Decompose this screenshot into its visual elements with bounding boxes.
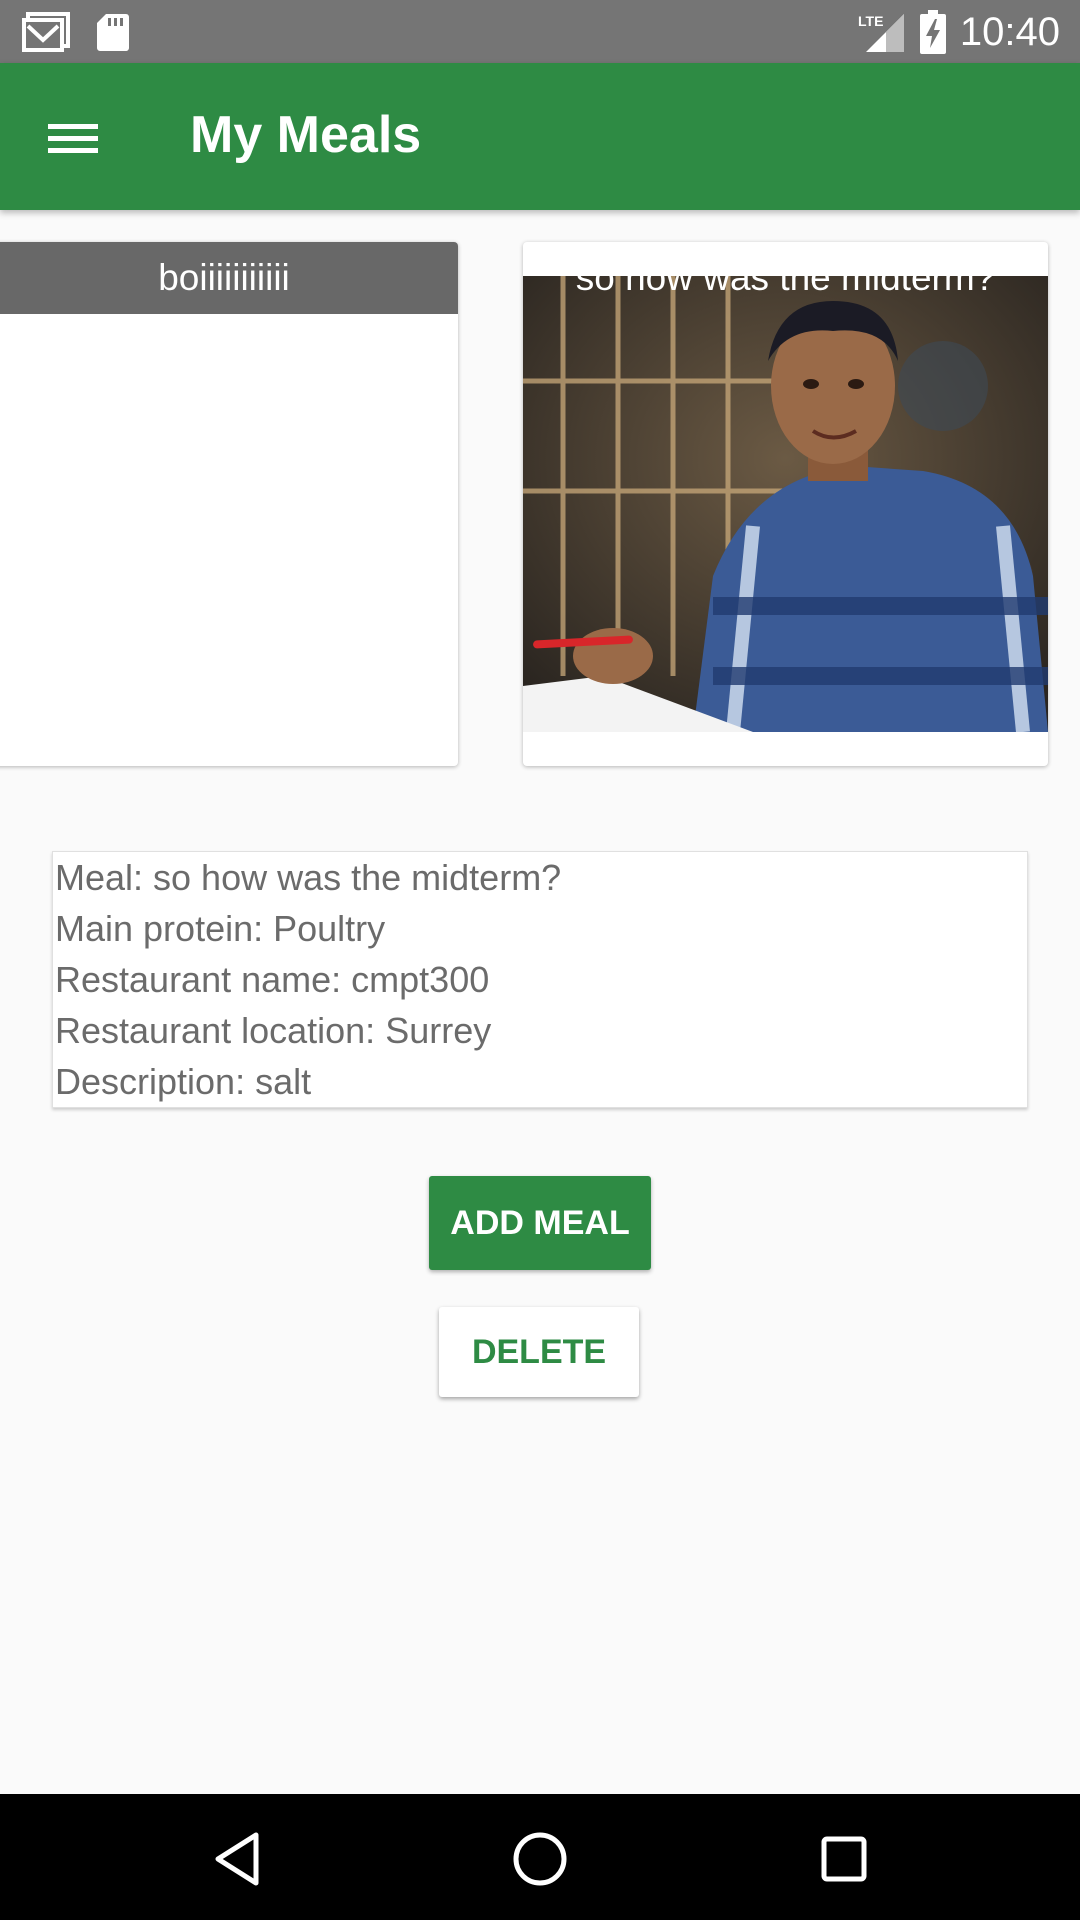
meal-name-line: Meal: so how was the midterm? <box>55 857 562 898</box>
battery-charging-icon <box>919 10 946 54</box>
page-title: My Meals <box>190 106 422 164</box>
menu-button[interactable] <box>30 103 115 173</box>
hamburger-menu-icon <box>48 124 98 153</box>
restaurant-location-line: Restaurant location: Surrey <box>55 1010 492 1051</box>
add-meal-button[interactable]: ADD MEAL <box>429 1176 651 1270</box>
recents-button[interactable] <box>812 1827 876 1891</box>
meal-card-title: so how was the midterm? <box>575 257 996 298</box>
sd-card-icon <box>97 14 129 51</box>
app-bar: My Meals <box>0 63 1080 210</box>
navigation-bar <box>0 1794 1080 1920</box>
status-bar: LTE 10:40 <box>0 0 1080 63</box>
gmail-icon <box>22 12 70 52</box>
status-time: 10:40 <box>959 10 1060 54</box>
meal-photo <box>523 276 1048 732</box>
back-triangle-icon <box>215 1832 259 1886</box>
lte-label: LTE <box>858 13 883 29</box>
meal-card[interactable]: so how was the midterm? <box>523 242 1048 766</box>
delete-button[interactable]: DELETE <box>439 1307 639 1397</box>
lte-signal-icon: LTE <box>858 13 904 52</box>
description-line: Description: salt <box>55 1061 312 1102</box>
home-button[interactable] <box>508 1827 572 1891</box>
home-circle-icon <box>513 1832 567 1886</box>
meal-card-title: boiiiiiiiiiii <box>0 242 458 314</box>
meal-card[interactable]: boiiiiiiiiiii <box>0 242 458 766</box>
back-button[interactable] <box>206 1827 270 1891</box>
restaurant-name-line: Restaurant name: cmpt300 <box>55 959 490 1000</box>
meal-details: Meal: so how was the midterm? Main prote… <box>52 851 1028 1108</box>
recents-square-icon <box>821 1836 867 1882</box>
main-protein-line: Main protein: Poultry <box>55 908 386 949</box>
